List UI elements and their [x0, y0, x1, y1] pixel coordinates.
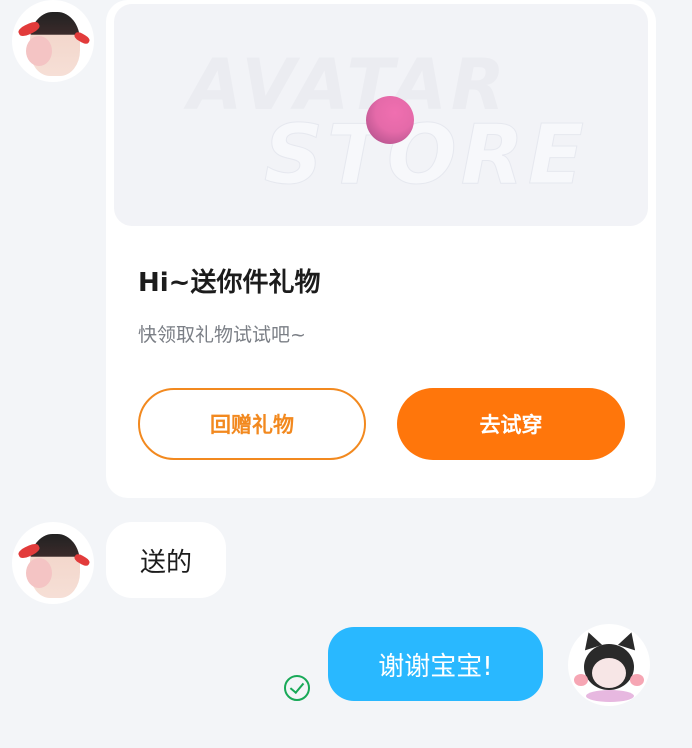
sender-avatar[interactable]: [12, 522, 94, 604]
cat-tail: [586, 690, 634, 702]
sent-check-icon: [284, 675, 310, 701]
try-on-button[interactable]: 去试穿: [397, 388, 625, 460]
cat-face: [592, 658, 626, 688]
card-title: Hi~送你件礼物: [138, 268, 321, 298]
self-avatar[interactable]: [568, 624, 650, 706]
sender-avatar[interactable]: [12, 0, 94, 82]
avatar-hand: [26, 558, 52, 588]
avatar-hand: [26, 36, 52, 66]
gift-card: AVATAR STORE Hi~送你件礼物 快领取礼物试试吧~ 回赠礼物 去试穿: [106, 0, 656, 498]
banner-text-store: STORE: [264, 108, 588, 204]
return-gift-button[interactable]: 回赠礼物: [138, 388, 366, 460]
cat-paw: [574, 674, 588, 686]
gift-orb-icon: [366, 96, 414, 144]
message-bubble-received[interactable]: 送的: [106, 522, 226, 598]
message-bubble-sent[interactable]: 谢谢宝宝!: [328, 627, 543, 701]
cat-paw: [630, 674, 644, 686]
avatar-store-banner[interactable]: AVATAR STORE: [114, 4, 648, 226]
card-subtitle: 快领取礼物试试吧~: [138, 324, 306, 346]
